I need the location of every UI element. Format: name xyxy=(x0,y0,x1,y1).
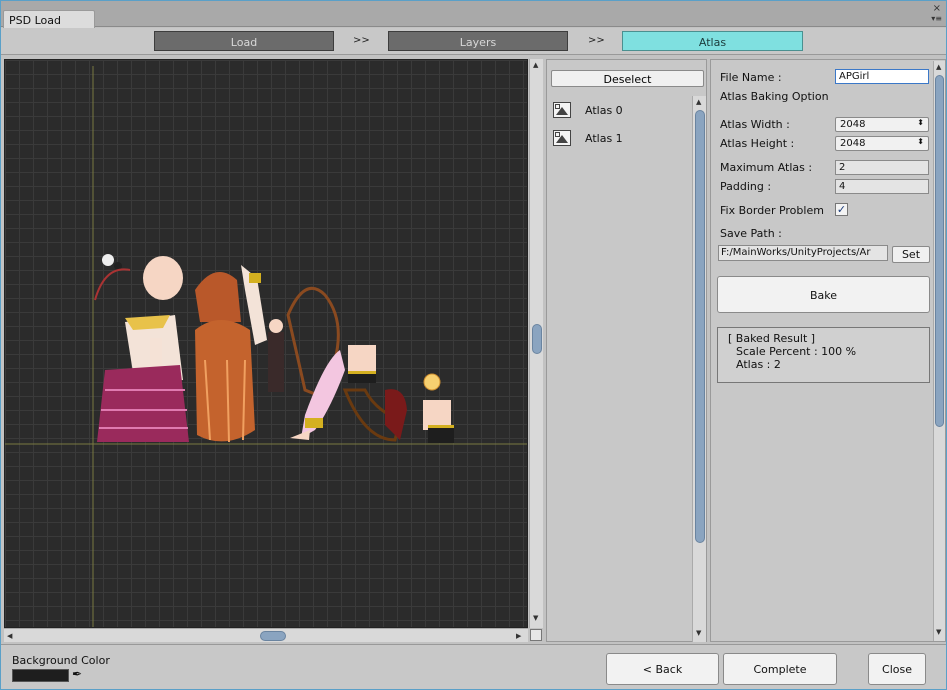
window-menu-icon[interactable]: ▾≡ xyxy=(931,14,942,23)
canvas-hscroll-thumb[interactable] xyxy=(260,631,286,641)
fix-border-label: Fix Border Problem xyxy=(720,204,824,217)
scroll-up-icon[interactable]: ▲ xyxy=(696,98,701,106)
atlas-height-label: Atlas Height : xyxy=(720,137,795,150)
step-atlas[interactable]: Atlas xyxy=(622,31,803,51)
file-name-label: File Name : xyxy=(720,71,782,84)
canvas-horizontal-scrollbar[interactable]: ◀ ▶ xyxy=(4,628,528,642)
save-path-input[interactable]: F:/MainWorks/UnityProjects/Ar xyxy=(718,245,888,261)
canvas-vertical-scrollbar[interactable]: ▲ ▼ xyxy=(529,59,543,628)
atlas-options-panel: File Name : APGirl Atlas Baking Option A… xyxy=(710,59,946,642)
eyedropper-icon[interactable]: ✒ xyxy=(72,667,82,681)
atlas-height-value: 2048 xyxy=(840,138,866,149)
canvas-vscroll-thumb[interactable] xyxy=(532,324,542,354)
back-button[interactable]: < Back xyxy=(606,653,719,685)
select-arrows-icon: ⬍ xyxy=(917,118,924,127)
set-path-button[interactable]: Set xyxy=(892,246,930,263)
select-arrows-icon: ⬍ xyxy=(917,137,924,146)
baked-result-atlas: Atlas : 2 xyxy=(736,358,781,371)
scroll-up-icon[interactable]: ▲ xyxy=(936,63,941,71)
window-tab[interactable]: PSD Load xyxy=(3,10,95,28)
step-separator: >> xyxy=(353,35,370,46)
image-icon xyxy=(553,102,571,118)
file-name-input[interactable]: APGirl xyxy=(835,69,929,84)
atlas-width-label: Atlas Width : xyxy=(720,118,790,131)
step-separator: >> xyxy=(588,35,605,46)
step-load[interactable]: Load xyxy=(154,31,334,51)
list-item-atlas-1[interactable]: Atlas 1 xyxy=(553,128,683,150)
scroll-right-icon[interactable]: ▶ xyxy=(516,632,521,640)
atlas-preview-canvas[interactable] xyxy=(4,59,528,628)
scroll-corner xyxy=(530,629,542,641)
scroll-left-icon[interactable]: ◀ xyxy=(7,632,12,640)
atlas-width-value: 2048 xyxy=(840,119,866,130)
options-vscroll-thumb[interactable] xyxy=(935,75,944,427)
close-icon[interactable]: × xyxy=(933,3,941,14)
atlas-item-label: Atlas 0 xyxy=(585,104,623,117)
save-path-label: Save Path : xyxy=(720,227,782,240)
list-item-atlas-0[interactable]: Atlas 0 xyxy=(553,100,683,122)
deselect-button[interactable]: Deselect xyxy=(551,70,704,87)
max-atlas-label: Maximum Atlas : xyxy=(720,161,813,174)
list-vertical-scrollbar[interactable]: ▲ ▼ xyxy=(692,96,706,642)
max-atlas-input[interactable]: 2 xyxy=(835,160,929,175)
background-color-swatch[interactable] xyxy=(12,669,69,682)
fix-border-checkbox[interactable]: ✓ xyxy=(835,203,848,216)
psd-load-window: PSD Load × ▾≡ Load >> Layers >> Atlas ▲ … xyxy=(0,0,947,690)
scroll-up-icon[interactable]: ▲ xyxy=(533,61,538,69)
complete-button[interactable]: Complete xyxy=(723,653,837,685)
title-strip: PSD Load × ▾≡ xyxy=(1,1,946,28)
scroll-down-icon[interactable]: ▼ xyxy=(533,614,538,622)
options-vertical-scrollbar[interactable]: ▲ ▼ xyxy=(933,61,945,641)
list-vscroll-thumb[interactable] xyxy=(695,110,705,543)
scroll-down-icon[interactable]: ▼ xyxy=(936,628,941,636)
close-button[interactable]: Close xyxy=(868,653,926,685)
baked-result-box: [ Baked Result ] Scale Percent : 100 % A… xyxy=(717,327,930,383)
padding-label: Padding : xyxy=(720,180,772,193)
background-color-label: Background Color xyxy=(12,654,110,667)
bottom-bar: Background Color ✒ < Back Complete Close xyxy=(1,644,946,689)
atlas-preview-image xyxy=(5,66,527,627)
atlas-item-label: Atlas 1 xyxy=(585,132,623,145)
scroll-down-icon[interactable]: ▼ xyxy=(696,629,701,637)
atlas-list-panel: Deselect Atlas 0 Atlas 1 ▲ ▼ xyxy=(546,59,707,642)
padding-input[interactable]: 4 xyxy=(835,179,929,194)
baked-result-title: [ Baked Result ] xyxy=(728,332,816,345)
atlas-width-select[interactable]: 2048 ⬍ xyxy=(835,117,929,132)
baked-result-scale: Scale Percent : 100 % xyxy=(736,345,857,358)
step-layers[interactable]: Layers xyxy=(388,31,568,51)
atlas-height-select[interactable]: 2048 ⬍ xyxy=(835,136,929,151)
image-icon xyxy=(553,130,571,146)
bake-button[interactable]: Bake xyxy=(717,276,930,313)
step-bar: Load >> Layers >> Atlas xyxy=(1,28,946,55)
character-sprite-parts xyxy=(94,254,454,443)
baking-option-heading: Atlas Baking Option xyxy=(720,90,829,103)
